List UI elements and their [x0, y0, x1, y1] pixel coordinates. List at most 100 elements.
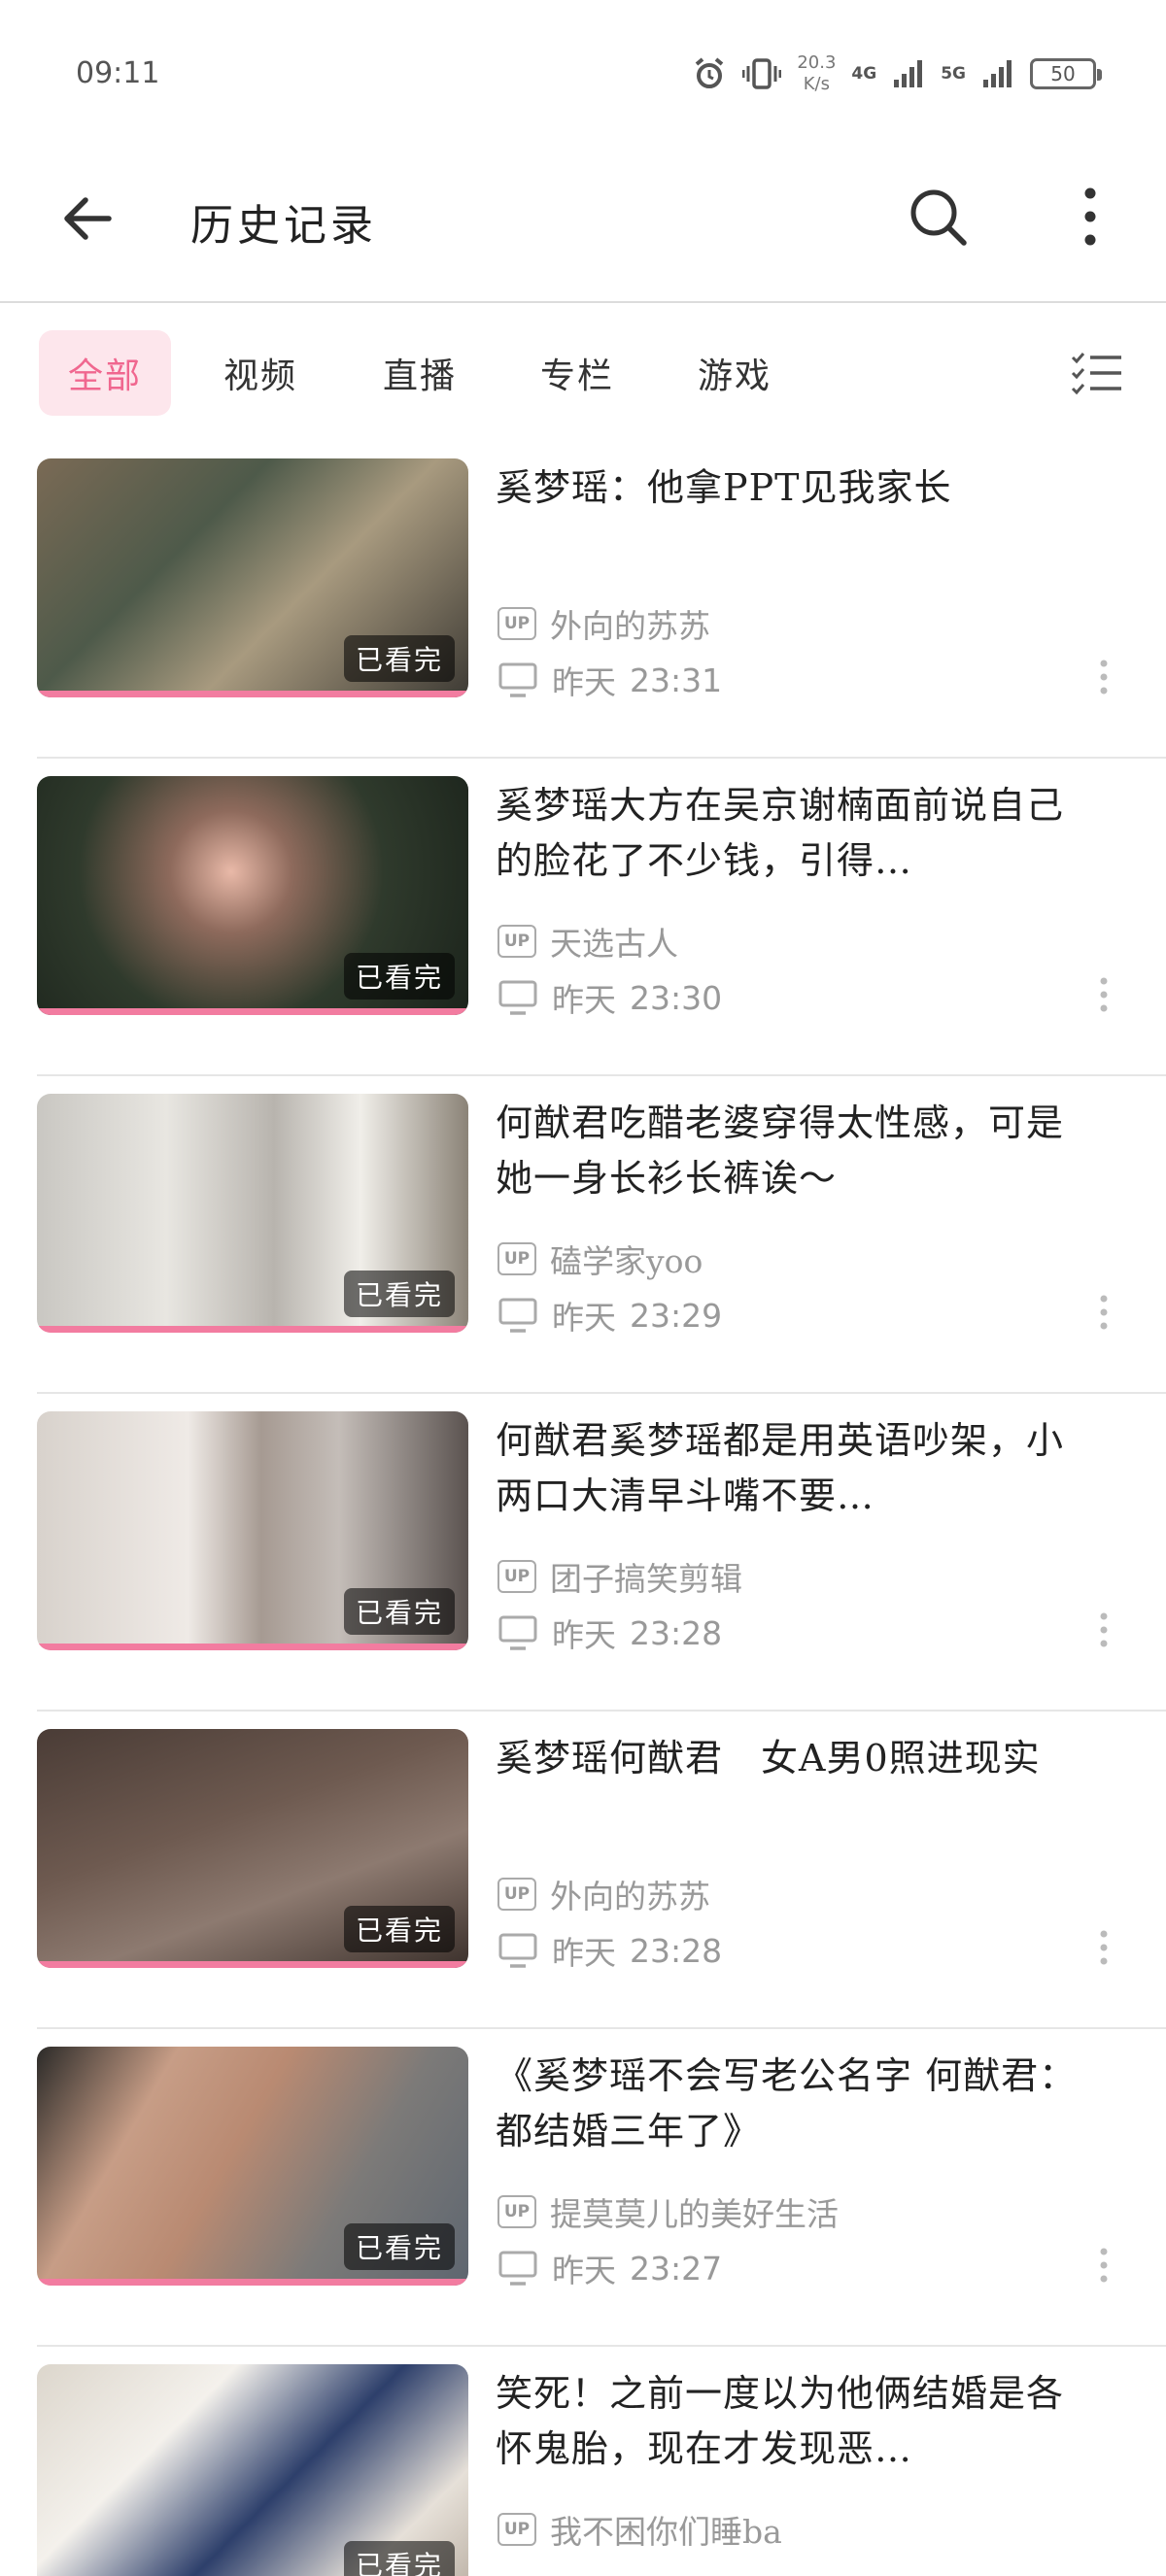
watch-time: 23:28 — [630, 1931, 723, 1970]
video-title[interactable]: 奚梦瑶：他拿PPT见我家长 — [496, 460, 1088, 516]
uploader-row: UP 外向的苏苏 — [497, 1871, 710, 1917]
history-list: 已看完 奚梦瑶：他拿PPT见我家长 UP 外向的苏苏 昨天 23:31 已看完 … — [0, 441, 1166, 2576]
watch-day: 昨天 — [552, 1299, 616, 1337]
list-item[interactable]: 已看完 何猷君吃醋老婆穿得太性感，可是她一身长衫长裤诶～ UP 磕学家yoo 昨… — [0, 1076, 1166, 1394]
tab-column[interactable]: 专栏 — [511, 330, 643, 416]
vibrate-icon — [742, 58, 782, 89]
monitor-icon — [498, 1933, 537, 1968]
watched-badge: 已看完 — [343, 1588, 455, 1635]
title-bar: 历史记录 — [0, 146, 1166, 303]
video-title[interactable]: 何猷君吃醋老婆穿得太性感，可是她一身长衫长裤诶～ — [496, 1096, 1088, 1206]
watch-day: 昨天 — [552, 2252, 616, 2289]
video-thumbnail[interactable]: 已看完 — [37, 1729, 468, 1968]
watched-badge: 已看完 — [343, 1271, 455, 1317]
watch-progress-bar — [37, 691, 468, 697]
video-thumbnail[interactable]: 已看完 — [37, 458, 468, 697]
watch-time: 23:30 — [630, 978, 723, 1017]
page-title: 历史记录 — [190, 201, 377, 251]
item-more-icon[interactable] — [1092, 1292, 1115, 1333]
watch-time: 23:31 — [630, 661, 723, 699]
item-more-icon[interactable] — [1092, 2245, 1115, 2286]
video-title[interactable]: 笑死！之前一度以为他俩结婚是各怀鬼胎，现在才发现恶… — [496, 2366, 1088, 2477]
watched-badge: 已看完 — [343, 1906, 455, 1952]
watched-badge: 已看完 — [343, 635, 455, 682]
monitor-icon — [498, 662, 537, 697]
net-speed-value: 20.3 — [797, 52, 837, 73]
tab-live[interactable]: 直播 — [354, 330, 486, 416]
uploader-name[interactable]: 磕学家yoo — [550, 1236, 703, 1282]
list-item[interactable]: 已看完 何猷君奚梦瑶都是用英语吵架，小两口大清早斗嘴不要… UP 团子搞笑剪辑 … — [0, 1394, 1166, 1712]
tab-video[interactable]: 视频 — [194, 330, 326, 416]
watch-time: 23:28 — [630, 1613, 723, 1652]
video-thumbnail[interactable]: 已看完 — [37, 2364, 468, 2576]
uploader-row: UP 我不困你们睡ba — [497, 2506, 782, 2553]
tab-all[interactable]: 全部 — [39, 330, 171, 416]
video-thumbnail[interactable]: 已看完 — [37, 2047, 468, 2286]
watch-day: 昨天 — [552, 981, 616, 1019]
watch-time-row: 昨天 23:28 — [497, 1927, 722, 1974]
list-item[interactable]: 已看完 奚梦瑶何猷君 女A男0照进现实 UP 外向的苏苏 昨天 23:28 — [0, 1712, 1166, 2029]
tab-game[interactable]: 游戏 — [669, 330, 801, 416]
monitor-icon — [498, 980, 537, 1015]
checklist-icon[interactable] — [1069, 350, 1123, 398]
watch-progress-bar — [37, 1326, 468, 1333]
up-badge-icon: UP — [497, 1878, 536, 1911]
watch-time-row: 昨天 23:29 — [497, 1292, 722, 1339]
video-thumbnail[interactable]: 已看完 — [37, 1411, 468, 1650]
signal-icon-2 — [983, 60, 1012, 87]
filter-tabs: 全部 视频 直播 专栏 游戏 — [0, 305, 1166, 441]
video-title[interactable]: 奚梦瑶何猷君 女A男0照进现实 — [496, 1731, 1088, 1786]
watch-time-row: 昨天 23:27 — [497, 2245, 722, 2291]
list-item[interactable]: 已看完 奚梦瑶：他拿PPT见我家长 UP 外向的苏苏 昨天 23:31 — [0, 441, 1166, 759]
status-bar: 09:11 20.3 K/s 4G 5G 50 — [0, 0, 1166, 146]
video-title[interactable]: 何猷君奚梦瑶都是用英语吵架，小两口大清早斗嘴不要… — [496, 1413, 1088, 1524]
watched-badge: 已看完 — [343, 953, 455, 1000]
watch-day: 昨天 — [552, 663, 616, 701]
list-item[interactable]: 已看完 奚梦瑶大方在吴京谢楠面前说自己的脸花了不少钱，引得… UP 天选古人 昨… — [0, 759, 1166, 1076]
alarm-icon — [696, 57, 724, 88]
video-thumbnail[interactable]: 已看完 — [37, 776, 468, 1015]
watch-progress-bar — [37, 2279, 468, 2286]
uploader-name[interactable]: 我不困你们睡ba — [550, 2506, 782, 2553]
watch-time: 23:29 — [630, 1296, 723, 1335]
uploader-row: UP 天选古人 — [497, 918, 678, 965]
uploader-name[interactable]: 团子搞笑剪辑 — [550, 1553, 742, 1600]
signal-icon — [894, 60, 923, 87]
uploader-name[interactable]: 提莫莫儿的美好生活 — [550, 2188, 839, 2235]
video-thumbnail[interactable]: 已看完 — [37, 1094, 468, 1333]
item-more-icon[interactable] — [1092, 1927, 1115, 1968]
battery-level: 50 — [1050, 62, 1076, 85]
uploader-name[interactable]: 外向的苏苏 — [550, 600, 710, 647]
up-badge-icon: UP — [497, 2195, 536, 2228]
item-more-icon[interactable] — [1092, 974, 1115, 1015]
video-title[interactable]: 《奚梦瑶不会写老公名字 何猷君：都结婚三年了》 — [496, 2049, 1088, 2159]
item-more-icon[interactable] — [1092, 1610, 1115, 1650]
watch-time-row: 昨天 23:31 — [497, 657, 722, 703]
list-item[interactable]: 已看完 笑死！之前一度以为他俩结婚是各怀鬼胎，现在才发现恶… UP 我不困你们睡… — [0, 2347, 1166, 2576]
video-title[interactable]: 奚梦瑶大方在吴京谢楠面前说自己的脸花了不少钱，引得… — [496, 778, 1088, 889]
search-icon[interactable] — [904, 183, 972, 251]
monitor-icon — [498, 1298, 537, 1333]
list-item[interactable]: 已看完 《奚梦瑶不会写老公名字 何猷君：都结婚三年了》 UP 提莫莫儿的美好生活… — [0, 2029, 1166, 2347]
watch-progress-bar — [37, 1008, 468, 1015]
up-badge-icon: UP — [497, 1560, 536, 1593]
watched-badge: 已看完 — [343, 2223, 455, 2270]
back-arrow-icon[interactable] — [54, 185, 122, 253]
watch-time-row: 昨天 23:28 — [497, 1610, 722, 1656]
watch-time-row: 昨天 23:30 — [497, 974, 722, 1021]
watch-progress-bar — [37, 1961, 468, 1968]
uploader-name[interactable]: 外向的苏苏 — [550, 1871, 710, 1917]
network-speed: 20.3 K/s — [797, 52, 836, 95]
status-icons: 20.3 K/s 4G 5G 50 — [692, 47, 1102, 101]
uploader-name[interactable]: 天选古人 — [550, 918, 678, 965]
net-speed-unit: K/s — [803, 74, 830, 94]
up-badge-icon: UP — [497, 1242, 536, 1275]
up-badge-icon: UP — [497, 2513, 536, 2546]
watch-day: 昨天 — [552, 1616, 616, 1654]
more-vertical-icon[interactable] — [1069, 183, 1112, 251]
item-more-icon[interactable] — [1092, 657, 1115, 697]
watch-time: 23:27 — [630, 2249, 723, 2288]
up-badge-icon: UP — [497, 607, 536, 640]
uploader-row: UP 磕学家yoo — [497, 1236, 703, 1282]
up-badge-icon: UP — [497, 925, 536, 958]
